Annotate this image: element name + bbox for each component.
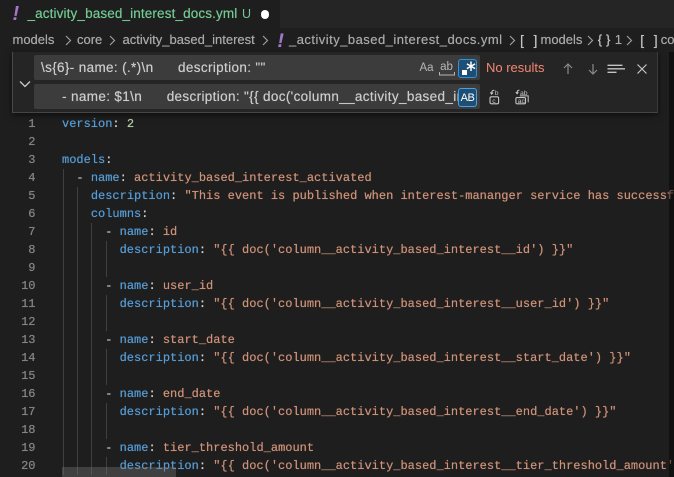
svg-text:c: c bbox=[492, 97, 496, 104]
svg-text:ac: ac bbox=[518, 97, 526, 104]
svg-text:b: b bbox=[494, 90, 498, 97]
